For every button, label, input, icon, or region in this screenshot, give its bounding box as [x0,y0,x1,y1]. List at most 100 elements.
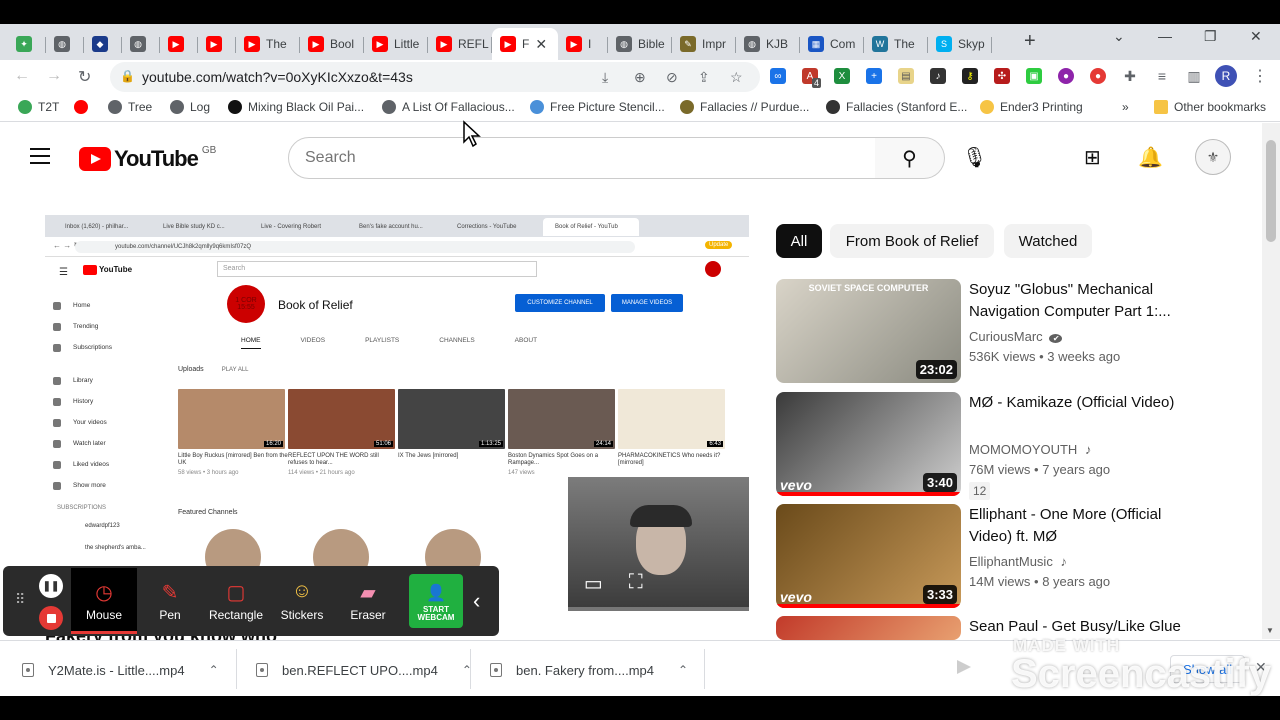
recommended-video[interactable]: Sean Paul - Get Busy/Like Glue [776,616,1196,720]
browser-tab[interactable]: S Skyp [928,28,992,60]
theater-mode-icon[interactable]: ▭ [584,571,603,596]
youtube-logo[interactable]: YouTube GB [79,145,216,172]
filter-chip[interactable]: All [776,224,822,258]
restore-button[interactable]: ❐ [1204,28,1217,45]
bookmark-item[interactable]: A List Of Fallacious... [382,100,515,114]
back-button[interactable]: ← [14,67,30,85]
close-window-button[interactable]: ✕ [1250,28,1262,45]
browser-tab[interactable]: ▶ The [236,28,300,60]
microphone-icon[interactable]: 🎙 [962,145,987,170]
tab-close-icon[interactable]: ✕ [535,36,547,53]
account-avatar[interactable]: ⚜ [1195,139,1231,175]
bookmark-item[interactable]: Free Picture Stencil... [530,100,665,114]
note-extension-icon[interactable]: ▤ [898,68,914,84]
browser-tab[interactable]: ▶ I [558,28,608,60]
recommended-video[interactable]: vevo 3:40 MØ - Kamikaze (Official Video) MO… [776,392,1196,500]
video-title[interactable]: Elliphant - One More (Official Video) ft… [969,504,1189,548]
video-thumbnail[interactable]: vevo 3:33 [776,504,961,608]
hamburger-menu-icon[interactable] [30,148,50,169]
recommended-video[interactable]: SOVIET SPACE COMPUTER 23:02 Soyuz "Globus"… [776,279,1196,383]
browser-tab[interactable]: ◍ [122,28,160,60]
profile-avatar[interactable]: R [1215,65,1237,87]
excel-extension-icon[interactable]: X [834,68,850,84]
pause-button[interactable]: ❚❚ [39,574,63,598]
record-extension-icon[interactable]: ● [1090,68,1106,84]
bookmark-star-icon[interactable]: ☆ [730,69,743,86]
chevron-up-icon[interactable]: ⌃ [209,663,219,677]
browser-tab[interactable]: ◍ KJB [736,28,800,60]
video-title[interactable]: MØ - Kamikaze (Official Video) [969,392,1189,414]
start-webcam-button[interactable]: 👤 START WEBCAM [409,574,463,628]
channel-name[interactable]: MOMOMOYOUTH ♪ [969,442,1091,457]
drag-handle-icon[interactable]: ⠿ [15,591,25,608]
reload-button[interactable]: ↻ [78,67,91,87]
minimize-button[interactable]: — [1158,28,1172,44]
video-title[interactable]: Sean Paul - Get Busy/Like Glue [969,616,1189,638]
browser-tab[interactable]: ◆ [84,28,122,60]
browser-tab[interactable]: ✦ [8,28,46,60]
filter-chip[interactable]: From Book of Relief [830,224,994,258]
notifications-bell-icon[interactable]: 🔔 [1138,145,1163,170]
recorder-rectangle-tool[interactable]: ▢ Rectangle [203,568,269,634]
collapse-chevron-icon[interactable]: ‹ [473,588,480,614]
menu-kebab-icon[interactable]: ⋮ [1252,68,1268,85]
zoom-icon[interactable]: ⊕ [634,69,646,86]
key-extension-icon[interactable]: ⚷ [962,68,978,84]
miniplayer-icon[interactable]: ▣ [539,571,558,596]
scrollbar-thumb[interactable] [1266,140,1276,242]
browser-tab[interactable]: ✎ Impr [672,28,736,60]
bookmark-item[interactable]: Fallacies // Purdue... [680,100,809,114]
extensions-puzzle-icon[interactable]: ✚ [1122,68,1138,84]
video-thumbnail[interactable]: vevo 3:40 [776,392,961,496]
video-player[interactable]: Inbox (1,620) - philhar... Live Bible stu… [45,215,749,611]
music-extension-icon[interactable]: ♪ [930,68,946,84]
bookmark-item[interactable] [74,100,94,114]
bookmark-item[interactable]: Fallacies (Stanford E... [826,100,967,114]
create-video-icon[interactable]: ⊞ [1084,145,1101,170]
search-input[interactable] [305,149,845,167]
install-app-icon[interactable]: ⤓ [602,69,608,86]
download-item[interactable]: Y2Mate.is - Little....mp4 ⌃ [22,659,219,681]
recorder-mouse-tool[interactable]: ◷ Mouse [71,568,137,634]
tab-search-chevron-icon[interactable]: ⌄ [1113,28,1125,45]
browser-tab[interactable]: ▶ Bool [300,28,364,60]
stop-button[interactable] [39,606,63,630]
bookmark-item[interactable]: Mixing Black Oil Pai... [228,100,364,114]
bookmark-item[interactable]: Ender3 Printing [980,100,1083,114]
side-panel-icon[interactable]: ▥ [1186,68,1202,84]
download-item[interactable]: ben.REFLECT UPO....mp4 ⌃ [256,659,472,681]
plus-extension-icon[interactable]: + [866,68,882,84]
download-item[interactable]: ben. Fakery from....mp4 ⌃ [490,659,688,681]
close-downloads-icon[interactable]: ✕ [1255,659,1267,676]
browser-tab[interactable]: ▶ REFL [428,28,492,60]
fullscreen-icon[interactable]: ⛶ [629,571,643,596]
channel-name[interactable]: ElliphantMusic ♪ [969,554,1067,569]
media-queue-icon[interactable]: ≡ [1154,68,1170,84]
browser-tab[interactable]: ▶ F ✕ [492,28,558,60]
bookmark-item[interactable]: T2T [18,100,59,114]
puzzle-red-extension-icon[interactable]: ✣ [994,68,1010,84]
search-button[interactable]: ⚲ [875,137,945,179]
recorder-pen-tool[interactable]: ✎ Pen [137,568,203,634]
scroll-down-arrow-icon[interactable]: ▼ [1266,626,1274,635]
filter-chip[interactable]: Watched [1004,224,1092,258]
recorder-stickers-tool[interactable]: ☺ Stickers [269,568,335,634]
browser-tab[interactable]: ▦ Com [800,28,864,60]
browser-tab[interactable]: ◍ [46,28,84,60]
forward-button[interactable]: → [46,67,62,85]
bookmarks-overflow-button[interactable]: » [1122,100,1129,114]
browser-tab[interactable]: ▶ Little [364,28,428,60]
green-extension-icon[interactable]: ▣ [1026,68,1042,84]
other-bookmarks[interactable]: Other bookmarks [1154,100,1266,114]
browser-tab[interactable]: ▶ [160,28,198,60]
channel-name[interactable]: CuriousMarc ✔ [969,329,1062,344]
browser-tab[interactable]: ▶ [198,28,236,60]
new-tab-button[interactable]: + [1024,30,1036,53]
video-thumbnail[interactable] [776,616,961,640]
address-bar[interactable]: 🔒 youtube.com/watch?v=0oXyKIcXxzo&t=43s … [110,62,760,92]
browser-tab[interactable]: W The [864,28,928,60]
recorder-eraser-tool[interactable]: ▰ Eraser [335,568,401,634]
share-icon[interactable]: ⇪ [698,69,710,86]
video-thumbnail[interactable]: SOVIET SPACE COMPUTER 23:02 [776,279,961,383]
link-extension-icon[interactable]: ∞ [770,68,786,84]
